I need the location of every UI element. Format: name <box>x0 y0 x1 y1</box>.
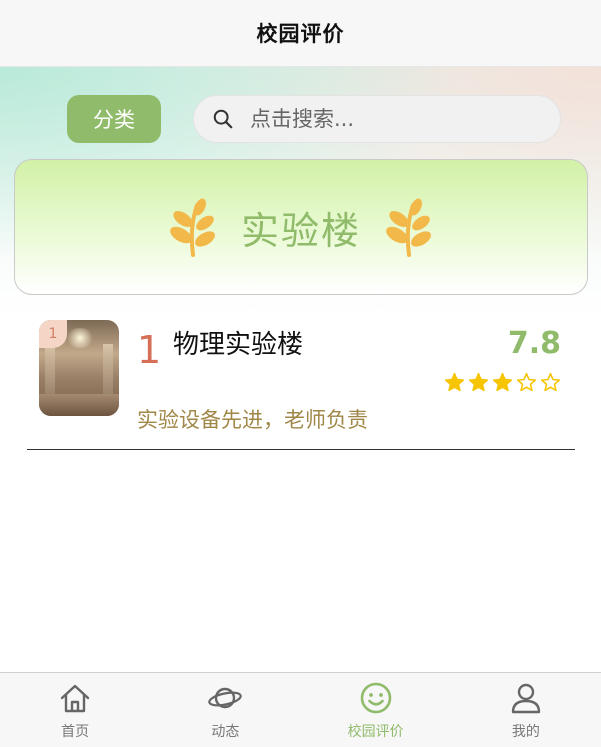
category-banner: 实验楼 <box>14 159 588 295</box>
smile-icon <box>360 682 391 714</box>
list-item[interactable]: 1 1 物理实验楼 7.8 实验设备先进，老师负责 <box>27 318 575 450</box>
tab-label: 首页 <box>61 724 90 740</box>
tab-label: 动态 <box>211 724 240 740</box>
banner-title: 实验楼 <box>240 208 361 253</box>
tab-bar: 首页 动态 校园评价 我的 <box>0 672 601 747</box>
laurel-icon <box>386 198 431 257</box>
search-box[interactable] <box>193 95 561 143</box>
item-description: 实验设备先进，老师负责 <box>137 408 368 432</box>
star-filled-icon <box>492 372 513 392</box>
tab-moments[interactable]: 动态 <box>150 673 300 747</box>
tab-label: 我的 <box>511 724 540 740</box>
category-button[interactable]: 分类 <box>67 95 161 143</box>
navigation-bar: 校园评价 <box>0 0 601 67</box>
item-name: 物理实验楼 <box>173 330 304 360</box>
user-icon <box>511 683 541 714</box>
item-thumbnail: 1 <box>39 320 119 416</box>
tab-label: 校园评价 <box>347 724 404 740</box>
page-title: 校园评价 <box>256 22 345 46</box>
search-icon <box>213 109 233 129</box>
home-icon <box>60 684 90 713</box>
planet-icon <box>208 687 243 709</box>
item-score: 7.8 <box>507 326 561 361</box>
search-input[interactable] <box>250 107 530 131</box>
tab-campus-review[interactable]: 校园评价 <box>301 673 451 747</box>
star-filled-icon <box>468 372 489 392</box>
tab-me[interactable]: 我的 <box>451 673 601 747</box>
rank-badge: 1 <box>39 320 67 348</box>
tab-home[interactable]: 首页 <box>0 673 150 747</box>
laurel-icon <box>170 198 215 257</box>
rank-number: 1 <box>137 328 162 372</box>
star-filled-icon <box>444 372 465 392</box>
star-empty-icon <box>516 372 537 392</box>
star-empty-icon <box>540 372 561 392</box>
star-rating <box>444 372 561 393</box>
